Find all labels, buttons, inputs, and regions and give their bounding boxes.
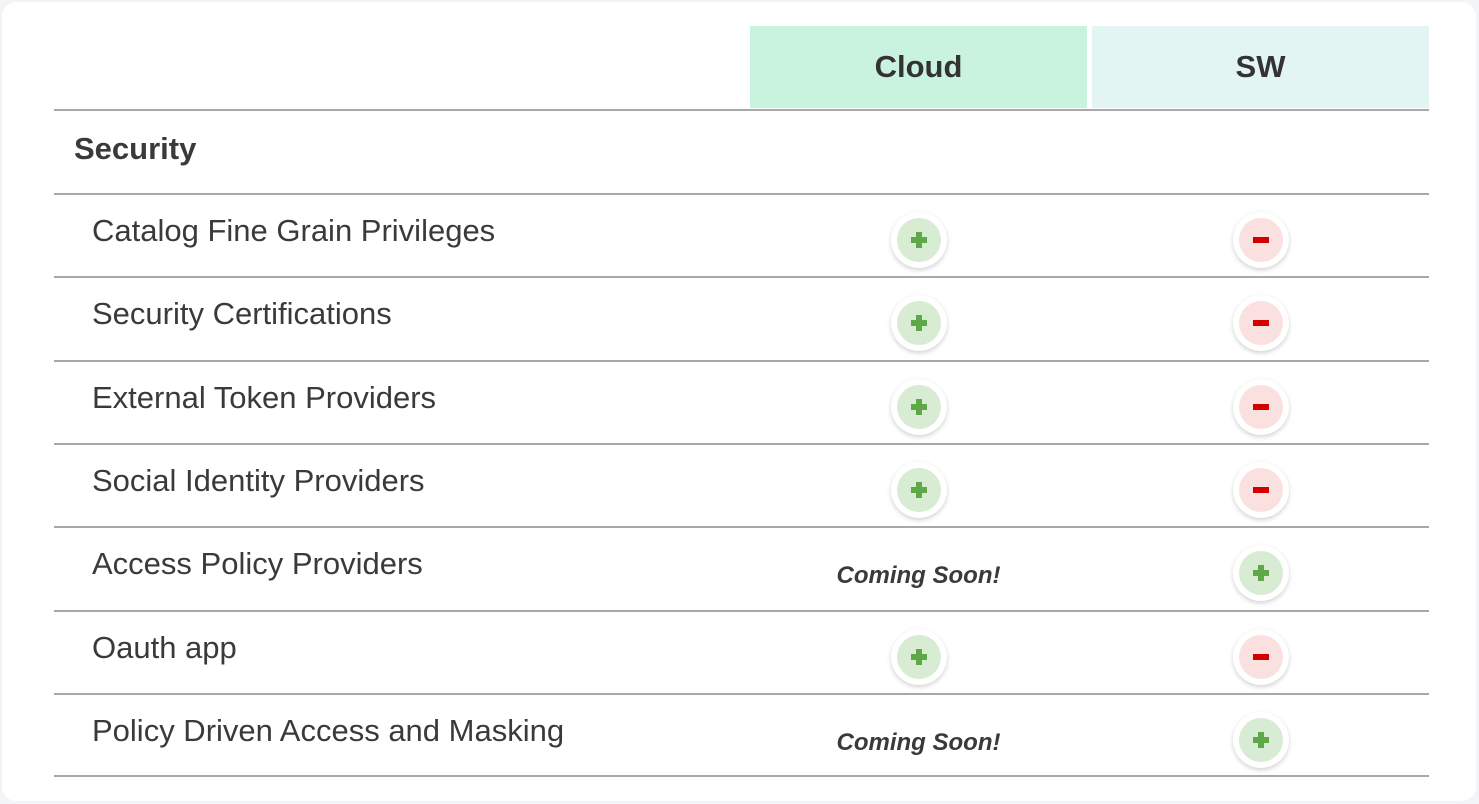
sw-cell (1092, 612, 1429, 694)
feature-label: Policy Driven Access and Masking (92, 712, 565, 748)
plus-icon (1232, 711, 1289, 768)
cloud-cell: Coming Soon! (750, 528, 1087, 610)
feature-row: Oauth app (54, 609, 1429, 694)
section-title: Security (74, 131, 197, 166)
cloud-cell (750, 278, 1087, 360)
minus-icon (1232, 378, 1289, 435)
feature-row: Policy Driven Access and Masking Coming S… (54, 692, 1429, 777)
minus-icon (1232, 212, 1289, 268)
feature-row: External Token Providers (54, 359, 1429, 444)
sw-cell (1092, 695, 1429, 777)
plus-icon (890, 212, 947, 268)
minus-icon (1232, 461, 1289, 518)
feature-row: Security Certifications (54, 276, 1429, 360)
minus-icon (1232, 295, 1289, 352)
feature-label: Security Certifications (92, 296, 392, 332)
feature-row: Catalog Fine Grain Privileges (54, 193, 1429, 277)
feature-row: Access Policy Providers Coming Soon! (54, 526, 1429, 610)
plus-icon (890, 295, 947, 352)
feature-label: Catalog Fine Grain Privileges (92, 213, 496, 248)
plus-icon (890, 461, 947, 518)
feature-label: Oauth app (92, 629, 237, 665)
sw-cell (1092, 278, 1429, 360)
section-header-row: Security (54, 109, 1429, 193)
feature-label: External Token Providers (92, 379, 437, 415)
cloud-cell (750, 612, 1087, 694)
column-header-cloud: Cloud (750, 26, 1087, 108)
sw-cell (1092, 445, 1429, 527)
sw-cell (1092, 362, 1429, 444)
coming-soon-label: Coming Soon! (836, 728, 1001, 756)
coming-soon-label: Coming Soon! (836, 562, 1001, 590)
cloud-cell (750, 362, 1087, 444)
feature-label: Access Policy Providers (92, 546, 423, 582)
plus-icon (1232, 545, 1289, 602)
cloud-cell (750, 445, 1087, 527)
sw-cell (1092, 528, 1429, 610)
cloud-cell: Coming Soon! (750, 695, 1087, 777)
plus-icon (890, 628, 947, 685)
cloud-cell (750, 195, 1087, 277)
column-header-sw: SW (1092, 26, 1429, 108)
feature-label: Social Identity Providers (92, 462, 425, 498)
sw-cell (1092, 195, 1429, 277)
feature-row: Social Identity Providers (54, 442, 1429, 527)
minus-icon (1232, 628, 1289, 685)
plus-icon (890, 378, 947, 435)
